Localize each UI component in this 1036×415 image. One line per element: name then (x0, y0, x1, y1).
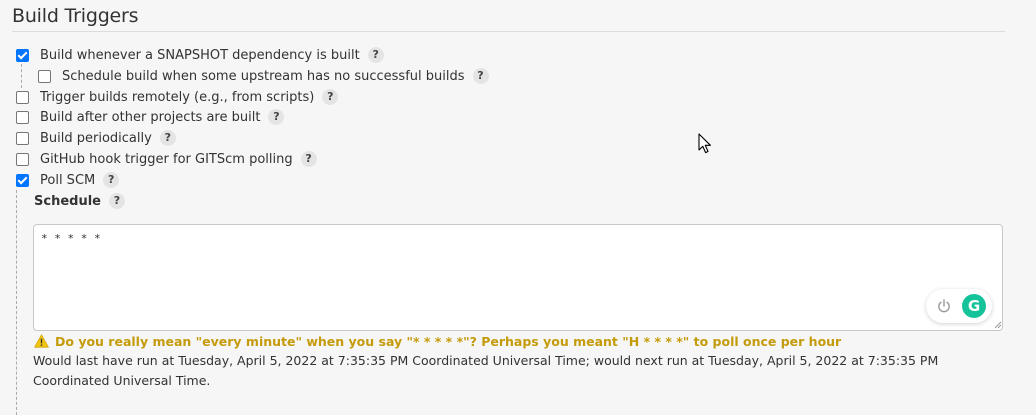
trigger-poll-scm-label: Poll SCM (40, 172, 96, 188)
trigger-poll-scm: Poll SCM ? (16, 170, 120, 190)
schedule-label: Schedule (34, 193, 101, 209)
trigger-periodically-checkbox[interactable] (16, 131, 29, 145)
section-divider (12, 31, 1005, 32)
question-help-icon[interactable]: ? (322, 89, 339, 105)
warning-icon (34, 334, 49, 348)
question-help-icon[interactable]: ? (108, 193, 125, 209)
schedule-field-header: Schedule ? (34, 191, 125, 211)
trigger-periodically-label: Build periodically (40, 130, 152, 146)
question-help-icon[interactable]: ? (367, 47, 384, 63)
trigger-upstream-no-success: Schedule build when some upstream has no… (38, 66, 489, 86)
trigger-snapshot-dependency-checkbox[interactable] (16, 48, 29, 62)
trigger-github-hook-label: GitHub hook trigger for GITScm polling (40, 151, 293, 167)
trigger-after-other-projects: Build after other projects are built ? (16, 107, 285, 127)
trigger-upstream-no-success-label: Schedule build when some upstream has no… (62, 68, 465, 84)
schedule-warning: Do you really mean "every minute" when y… (34, 332, 841, 350)
trigger-upstream-no-success-checkbox[interactable] (38, 69, 51, 83)
question-help-icon[interactable]: ? (268, 109, 285, 125)
trigger-github-hook-checkbox[interactable] (16, 152, 29, 166)
nested-guide-line (16, 190, 17, 415)
section-title: Build Triggers (12, 5, 139, 27)
nested-guide-line (21, 64, 22, 88)
trigger-after-other-projects-label: Build after other projects are built (40, 109, 261, 125)
question-help-icon[interactable]: ? (472, 68, 489, 84)
trigger-remote: Trigger builds remotely (e.g., from scri… (16, 87, 339, 107)
mouse-cursor-icon (698, 133, 711, 154)
schedule-run-info: Would last have run at Tuesday, April 5,… (33, 353, 939, 388)
schedule-textarea[interactable] (33, 224, 1003, 331)
power-icon[interactable] (935, 297, 953, 315)
trigger-remote-checkbox[interactable] (16, 90, 29, 104)
trigger-after-other-projects-checkbox[interactable] (16, 110, 29, 124)
question-help-icon[interactable]: ? (159, 130, 176, 146)
trigger-snapshot-dependency-label: Build whenever a SNAPSHOT dependency is … (40, 47, 360, 63)
trigger-snapshot-dependency: Build whenever a SNAPSHOT dependency is … (16, 45, 384, 65)
trigger-github-hook: GitHub hook trigger for GITScm polling ? (16, 149, 317, 169)
trigger-remote-label: Trigger builds remotely (e.g., from scri… (40, 89, 315, 105)
grammarly-widget[interactable]: G (926, 289, 992, 323)
schedule-warning-text: Do you really mean "every minute" when y… (55, 333, 842, 349)
resize-grip-icon[interactable] (994, 321, 1002, 329)
grammarly-logo-icon[interactable]: G (962, 294, 986, 318)
build-triggers-panel: Build Triggers Build whenever a SNAPSHOT… (0, 0, 1036, 415)
trigger-periodically: Build periodically ? (16, 128, 176, 148)
trigger-poll-scm-checkbox[interactable] (16, 173, 29, 187)
question-help-icon[interactable]: ? (300, 151, 317, 167)
question-help-icon[interactable]: ? (103, 172, 120, 188)
